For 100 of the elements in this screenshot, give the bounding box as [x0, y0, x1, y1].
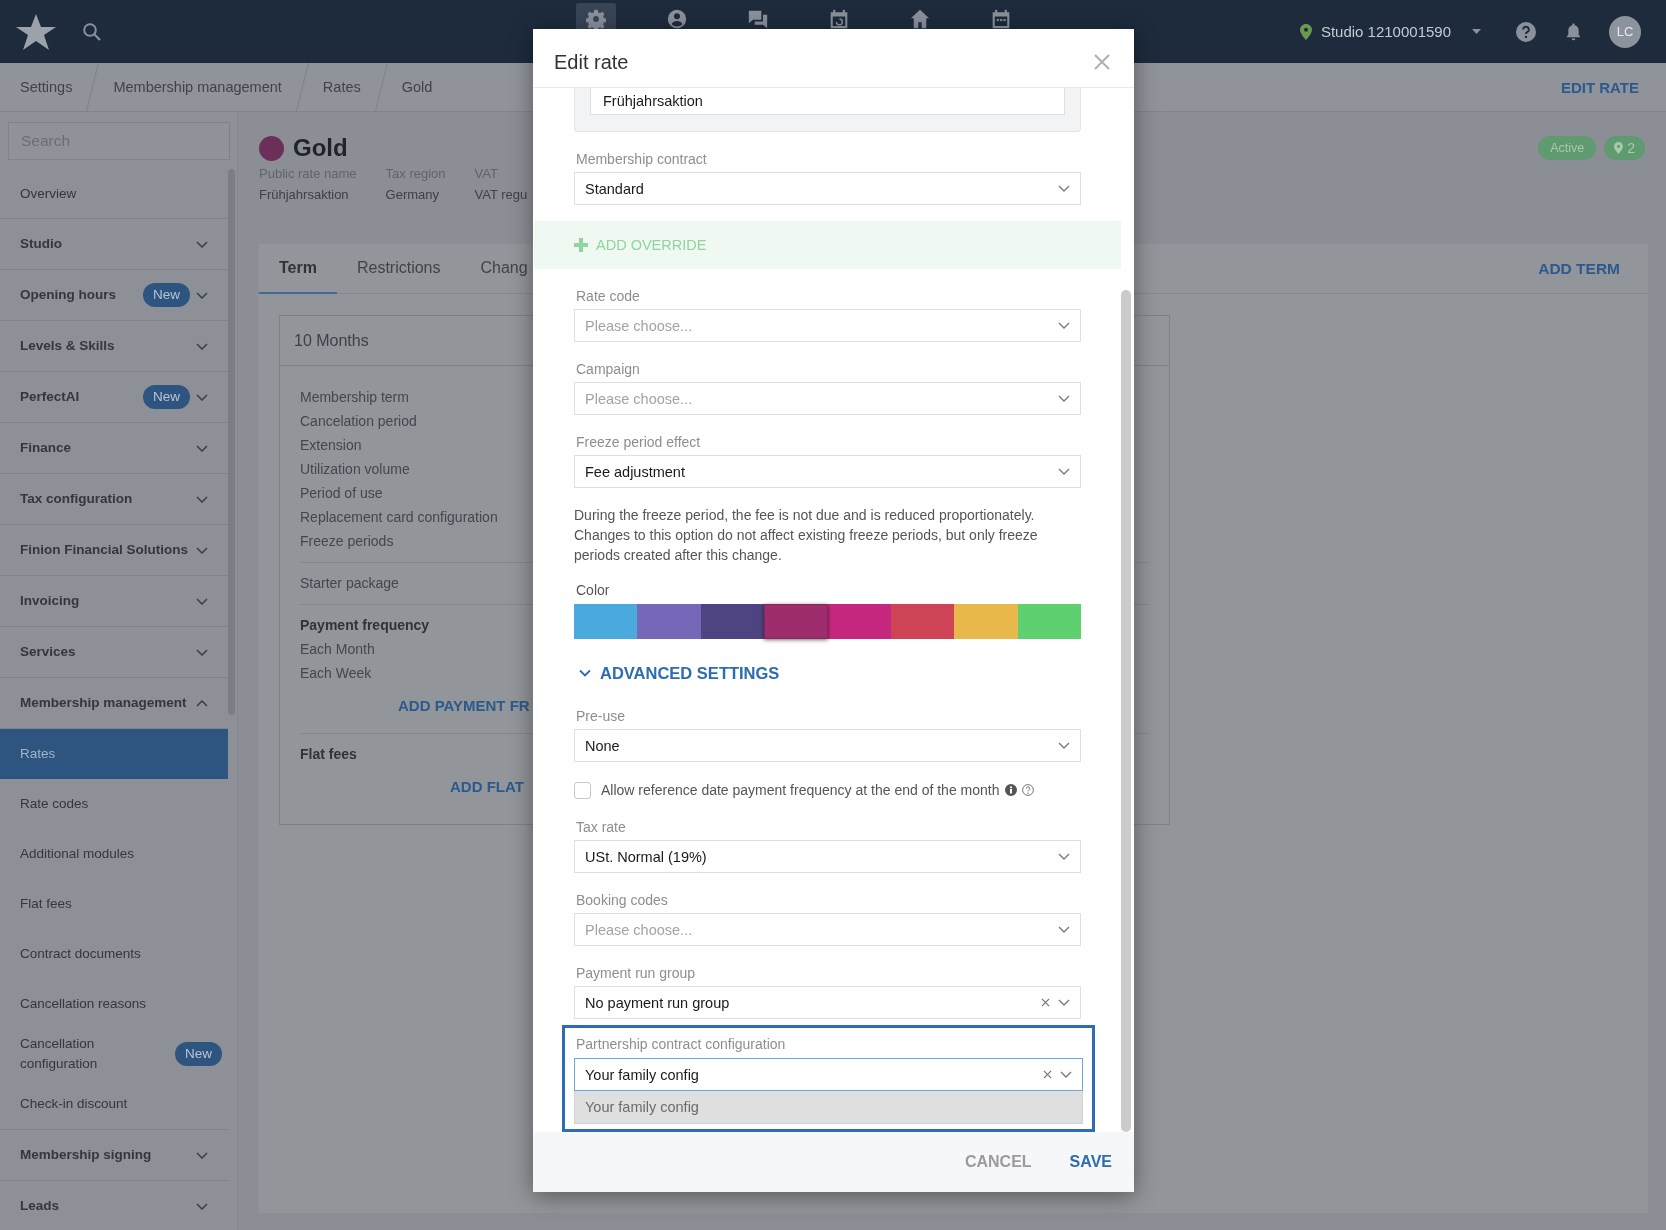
term-attribute: Each Month: [300, 640, 375, 659]
chevron-down-icon: [1058, 853, 1070, 860]
sidebar-item[interactable]: Rates: [0, 729, 228, 779]
field-label: Payment run group: [575, 965, 697, 982]
chevron-down-icon: [1058, 395, 1070, 402]
user-icon: [667, 9, 687, 29]
breadcrumb-link[interactable]: Settings: [0, 63, 93, 111]
sidebar-item[interactable]: Check-in discount: [0, 1079, 228, 1129]
home-icon: [910, 9, 930, 29]
field-label: Tax rate: [575, 819, 627, 836]
swatch-icon[interactable]: [574, 604, 638, 639]
edit-rate-button[interactable]: EDIT RATE: [1560, 78, 1639, 96]
sidebar-item[interactable]: Cancellation reasons: [0, 979, 228, 1029]
term-attribute: Freeze periods: [300, 532, 394, 551]
sidebar-group[interactable]: Membership signing: [0, 1130, 228, 1181]
select-field[interactable]: USt. Normal (19%): [574, 840, 1081, 873]
sidebar-group[interactable]: Leads: [0, 1181, 228, 1230]
nav-button[interactable]: [576, 3, 616, 29]
breadcrumb-link[interactable]: Membership management: [93, 63, 302, 111]
checkbox-label: Allow reference date payment frequency at the end of the month: [601, 781, 1000, 799]
sidebar-item[interactable]: Contract documents: [0, 929, 228, 979]
calendar-icon: [991, 9, 1011, 29]
scrollbar-thumb[interactable]: [1121, 290, 1131, 1132]
sidebar-item[interactable]: Additional modules: [0, 829, 228, 879]
tab[interactable]: Term: [259, 244, 337, 294]
chevron-down-icon: [1058, 322, 1070, 329]
add-link[interactable]: ADD PAYMENT FR: [398, 694, 530, 718]
swatch-icon[interactable]: [764, 604, 828, 639]
term-attribute: Extension: [300, 436, 362, 455]
dropdown-option[interactable]: Your family config: [574, 1091, 1083, 1124]
field-label: Booking codes: [575, 892, 669, 909]
close-icon: [1094, 54, 1110, 70]
badge: New: [143, 385, 190, 409]
select-field[interactable]: Please choose...: [574, 309, 1081, 342]
chevron-down-icon: [1058, 468, 1070, 475]
swatch-icon[interactable]: [954, 604, 1018, 639]
sidebar-item[interactable]: Cancellation configuration New: [0, 1029, 228, 1079]
help-icon[interactable]: [1516, 21, 1536, 42]
detail-value: Frühjahrsaktion: [259, 186, 350, 204]
select-field[interactable]: Fee adjustment: [574, 455, 1081, 488]
field-label: Membership contract: [575, 151, 708, 168]
rate-title: Gold: [293, 134, 348, 162]
field-label: Color: [575, 582, 611, 599]
badge: New: [175, 1042, 222, 1066]
avatar-button[interactable]: LC: [1609, 15, 1641, 48]
swatch-icon[interactable]: [700, 604, 765, 639]
close-button[interactable]: [1094, 54, 1110, 70]
term-attribute: Each Week: [300, 664, 372, 683]
advanced-settings-toggle[interactable]: ADVANCED SETTINGS: [574, 663, 780, 683]
search-icon[interactable]: [83, 22, 101, 41]
caret-down-icon: [1472, 29, 1481, 34]
bell-icon[interactable]: [1565, 22, 1582, 41]
select-field[interactable]: Please choose...: [574, 913, 1081, 946]
select-field[interactable]: No payment run group: [574, 986, 1081, 1019]
swatch-icon[interactable]: [637, 604, 701, 639]
chevron-down-icon: [1058, 742, 1070, 749]
sidebar-item[interactable]: Flat fees: [0, 879, 228, 929]
breadcrumb-current: Gold: [400, 78, 434, 97]
pin-icon: [1614, 142, 1624, 154]
help-icon[interactable]: [1022, 784, 1035, 796]
chevron-down-icon: [1058, 926, 1070, 933]
select-field[interactable]: Please choose...: [574, 382, 1081, 415]
section-heading: Payment frequency: [300, 616, 430, 635]
studio-selector[interactable]: Studio 1210001590: [1299, 23, 1481, 40]
detail-value: Germany: [385, 186, 441, 204]
term-attribute: Starter package: [300, 574, 399, 593]
clear-icon[interactable]: [1041, 998, 1050, 1007]
pin-icon: [1299, 23, 1312, 40]
text-field[interactable]: Frühjahrsaktion: [590, 88, 1065, 115]
plus-icon: [574, 238, 588, 252]
swatch-icon[interactable]: [890, 604, 955, 639]
term-attribute: Period of use: [300, 484, 383, 503]
badge: New: [143, 283, 190, 307]
checkbox[interactable]: [574, 781, 591, 799]
info-icon[interactable]: [1005, 784, 1018, 796]
field-label: Freeze period effect: [575, 434, 702, 451]
clear-icon[interactable]: [1043, 1070, 1052, 1079]
help-text: During the freeze period, the fee is not due and is reduced proportionately. Changes to this option do not affect existing freeze periods, but only freeze periods created after this change.: [574, 506, 1039, 565]
sidebar-group[interactable]: PerfectAI New: [0, 372, 228, 423]
select-field[interactable]: Your family config: [574, 1058, 1083, 1091]
chevron-down-icon: [1058, 185, 1070, 192]
star-logo-icon[interactable]: [16, 13, 56, 50]
add-link[interactable]: ADD FLAT: [450, 775, 524, 799]
save-button[interactable]: SAVE: [1069, 1153, 1112, 1171]
swatch-icon[interactable]: [827, 604, 891, 639]
tab[interactable]: Restrictions: [336, 244, 461, 294]
sidebar-item[interactable]: Rate codes: [0, 779, 228, 829]
tab[interactable]: Chang: [460, 244, 528, 294]
sidebar-group[interactable]: Opening hours New: [0, 270, 228, 321]
select-field[interactable]: Standard: [574, 172, 1081, 205]
field-label: Rate code: [575, 288, 641, 305]
breadcrumb-link[interactable]: Rates: [302, 63, 381, 111]
gear-icon: [586, 9, 606, 29]
add-term-button[interactable]: ADD TERM: [1538, 244, 1620, 293]
chat-icon: [748, 9, 768, 29]
swatch-icon[interactable]: [1017, 604, 1081, 639]
cancel-button[interactable]: CANCEL: [964, 1153, 1032, 1171]
detail-value: VAT regu: [474, 186, 528, 204]
field-label: Pre-use: [575, 708, 627, 725]
select-field[interactable]: None: [574, 729, 1081, 762]
